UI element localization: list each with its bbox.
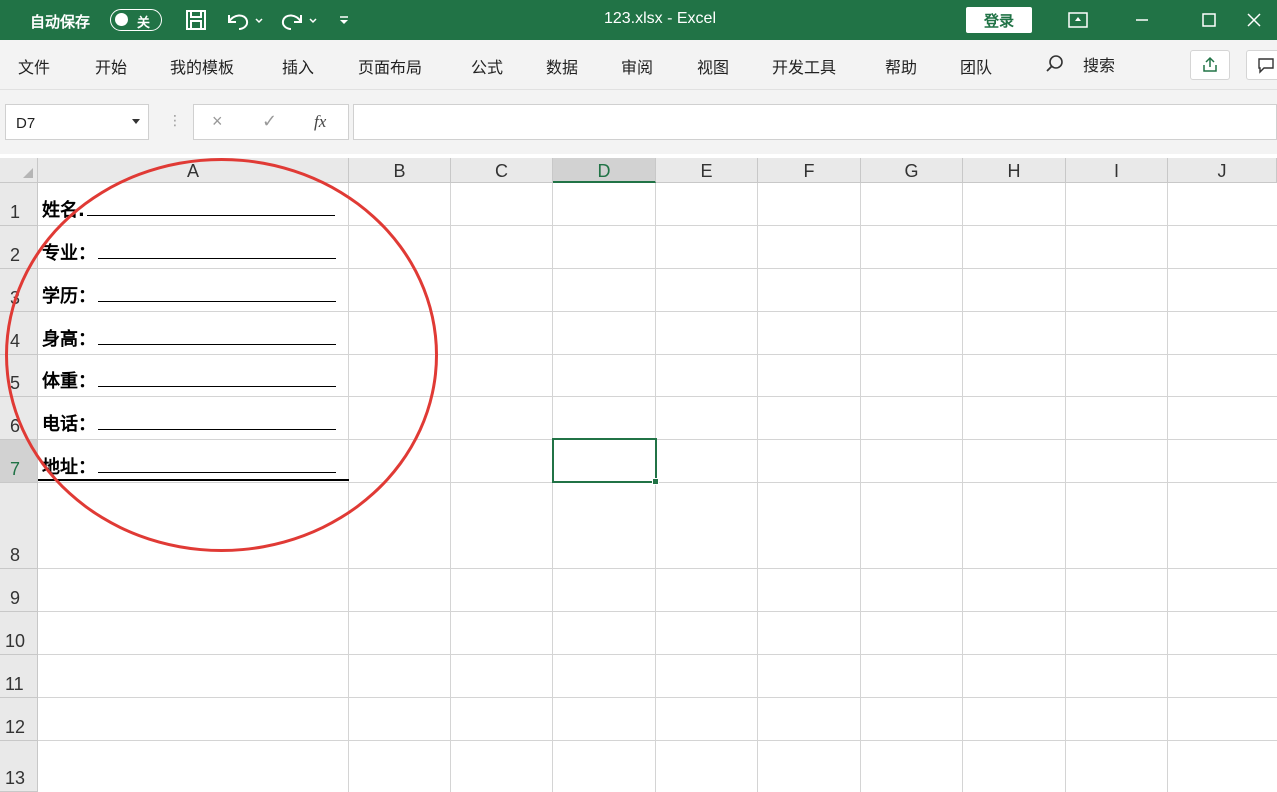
tab-view[interactable]: 视图 [697, 54, 729, 78]
redo-icon[interactable] [278, 6, 322, 34]
customize-toolbar-icon[interactable] [336, 6, 352, 34]
formula-buttons: × ✓ fx [193, 104, 349, 140]
gridline [38, 568, 1277, 569]
tab-review[interactable]: 审阅 [621, 54, 653, 78]
fill-handle[interactable] [652, 478, 659, 485]
column-header-d[interactable]: D [553, 158, 656, 183]
tab-insert[interactable]: 插入 [282, 54, 314, 78]
confirm-icon[interactable]: ✓ [262, 111, 277, 132]
name-box-value: D7 [16, 115, 36, 132]
row-header-13[interactable]: 13 [0, 741, 38, 792]
toggle-knob [115, 13, 128, 26]
formula-input[interactable] [353, 104, 1277, 140]
select-all-corner[interactable] [0, 158, 38, 183]
column-header-i[interactable]: I [1066, 158, 1168, 183]
gridline [1065, 183, 1066, 792]
active-cell-d7[interactable] [552, 438, 659, 485]
gridline [860, 183, 861, 792]
column-header-h[interactable]: H [963, 158, 1066, 183]
title-bar: 自动保存 关 123.xlsx - Excel 登录 [0, 0, 1277, 40]
autosave-label: 自动保存 [30, 14, 91, 31]
drag-handle-icon[interactable]: ⋮ [168, 112, 182, 129]
share-icon [1203, 56, 1217, 72]
ribbon-display-icon[interactable] [1055, 0, 1101, 40]
tab-file[interactable]: 文件 [18, 54, 50, 78]
comment-icon [1258, 58, 1274, 74]
gridline [552, 183, 553, 792]
tab-home[interactable]: 开始 [95, 54, 127, 78]
row-header-11[interactable]: 11 [0, 655, 38, 698]
column-header-j[interactable]: J [1168, 158, 1277, 183]
column-header-b[interactable]: B [349, 158, 451, 183]
save-icon[interactable] [182, 6, 210, 34]
column-header-e[interactable]: E [656, 158, 758, 183]
tab-my-templates[interactable]: 我的模板 [170, 54, 234, 78]
maximize-icon[interactable] [1186, 0, 1232, 40]
gridline [450, 183, 451, 792]
formula-bar: D7 ⋮ × ✓ fx [0, 90, 1277, 154]
gridline [655, 183, 656, 792]
tab-formulas[interactable]: 公式 [471, 54, 503, 78]
cancel-icon[interactable]: × [212, 111, 223, 132]
minimize-icon[interactable] [1119, 0, 1165, 40]
row-header-12[interactable]: 12 [0, 698, 38, 741]
row-header-8[interactable]: 8 [0, 483, 38, 569]
share-button[interactable] [1190, 50, 1230, 80]
ribbon-tabs: 文件 开始 我的模板 插入 页面布局 公式 数据 审阅 视图 开发工具 帮助 团… [0, 40, 1277, 90]
gridline [38, 654, 1277, 655]
gridline [757, 183, 758, 792]
document-title: 123.xlsx - Excel [603, 10, 717, 27]
chevron-down-icon[interactable] [132, 119, 140, 124]
autosave-toggle[interactable]: 关 [110, 9, 162, 31]
select-all-icon [23, 168, 33, 178]
gridline [1167, 183, 1168, 792]
gridline [962, 183, 963, 792]
tab-team[interactable]: 团队 [960, 54, 992, 78]
tab-data[interactable]: 数据 [546, 54, 578, 78]
row-header-1[interactable]: 1 [0, 183, 38, 226]
search-icon [1046, 55, 1063, 72]
column-header-f[interactable]: F [758, 158, 861, 183]
row-header-10[interactable]: 10 [0, 612, 38, 655]
column-header-c[interactable]: C [451, 158, 553, 183]
autosave-state: 关 [137, 15, 151, 30]
column-header-g[interactable]: G [861, 158, 963, 183]
gridline [38, 611, 1277, 612]
gridline [38, 697, 1277, 698]
name-box[interactable]: D7 [5, 104, 149, 140]
annotation-circle [5, 158, 438, 552]
tab-page-layout[interactable]: 页面布局 [358, 54, 422, 78]
tab-developer[interactable]: 开发工具 [772, 54, 836, 78]
comments-button[interactable] [1246, 50, 1277, 80]
login-button[interactable]: 登录 [966, 7, 1032, 33]
search-box[interactable]: 搜索 [1045, 52, 1115, 76]
gridline [38, 740, 1277, 741]
search-label: 搜索 [1083, 58, 1116, 75]
close-icon[interactable] [1231, 0, 1277, 40]
tab-help[interactable]: 帮助 [885, 54, 917, 78]
undo-icon[interactable] [222, 6, 266, 34]
row-header-9[interactable]: 9 [0, 569, 38, 612]
insert-function-icon[interactable]: fx [314, 112, 326, 132]
